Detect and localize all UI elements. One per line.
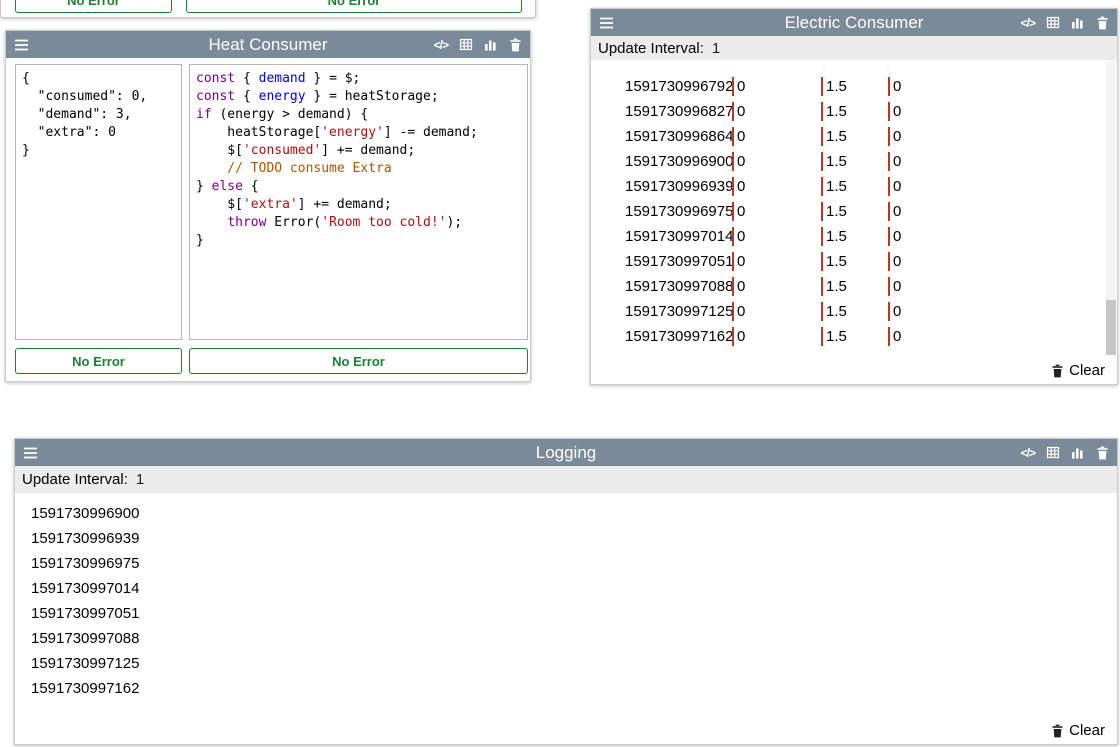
clear-button[interactable]: Clear — [1051, 722, 1105, 739]
log-row: 1591730996975 — [31, 551, 1103, 576]
logging-panel: Logging </> Update Interval: 1 159173099… — [14, 438, 1118, 745]
code-line: heatStorage['energy'] -= demand; — [196, 124, 521, 142]
update-interval-input[interactable]: 1 — [136, 471, 166, 488]
electric-consumer-panel: Electric Consumer </> Update Interval: 1… — [590, 8, 1118, 385]
workspace: No Error No Error Heat Consumer </> — [0, 0, 1120, 747]
code-line: const { demand } = $; — [196, 70, 521, 88]
update-interval-label: Update Interval: — [22, 471, 128, 488]
json-line: "consumed": 0, — [22, 88, 175, 106]
state-json-editor[interactable]: { "consumed": 0, "demand": 3, "extra": 0… — [15, 64, 182, 340]
code-icon[interactable]: </> — [1021, 446, 1035, 460]
log-row: 1591730997088 — [31, 626, 1103, 651]
log-row: 1591730997125 — [31, 651, 1103, 676]
code-line: } — [196, 232, 521, 250]
table-row: 159173099705101.50 — [625, 249, 1103, 274]
status-button[interactable]: No Error — [189, 348, 528, 374]
clear-label: Clear — [1069, 722, 1105, 739]
table-row: 159173099690001.50 — [625, 149, 1103, 174]
status-button[interactable]: No Error — [15, 348, 182, 374]
panel-header[interactable]: Logging </> — [15, 439, 1117, 466]
scrollbar-thumb[interactable] — [1106, 300, 1116, 355]
clear-button[interactable]: Clear — [1051, 362, 1105, 379]
json-line: } — [22, 142, 175, 160]
clear-label: Clear — [1069, 362, 1105, 379]
update-interval-input[interactable]: 1 — [712, 40, 742, 57]
menu-icon[interactable] — [14, 39, 29, 51]
chart-icon[interactable] — [1071, 16, 1085, 29]
scrollbar[interactable] — [1106, 61, 1116, 355]
panel-title: Logging — [15, 443, 1117, 463]
table-icon[interactable] — [459, 38, 473, 51]
code-line: } else { — [196, 178, 521, 196]
status-button[interactable]: No Error — [15, 0, 172, 13]
chart-icon[interactable] — [1071, 446, 1085, 459]
table-row: 159173099708801.50 — [625, 274, 1103, 299]
table-row: 159173099693901.50 — [625, 174, 1103, 199]
code-icon[interactable]: </> — [434, 38, 448, 52]
log-row: 1591730997014 — [31, 576, 1103, 601]
log-row: 1591730997051 — [31, 601, 1103, 626]
trash-icon[interactable] — [1096, 16, 1109, 30]
status-button[interactable]: No Error — [186, 0, 522, 13]
log-row: 1591730996900 — [31, 501, 1103, 526]
update-interval-row: Update Interval: 1 — [15, 466, 1117, 493]
code-line: if (energy > demand) { — [196, 106, 521, 124]
table-row: 159173099682701.50 — [625, 99, 1103, 124]
table-row: 159173099679201.50 — [625, 74, 1103, 99]
menu-icon[interactable] — [23, 447, 38, 459]
menu-icon[interactable] — [599, 17, 614, 29]
code-editor[interactable]: const { demand } = $;const { energy } = … — [189, 64, 528, 340]
trash-icon — [1051, 364, 1064, 378]
data-rows: 159173099679201.50159173099682701.501591… — [591, 74, 1103, 349]
trash-icon[interactable] — [1096, 446, 1109, 460]
table-icon[interactable] — [1046, 16, 1060, 29]
log-row: 1591730997162 — [31, 676, 1103, 701]
json-line: "demand": 3, — [22, 106, 175, 124]
code-line: $['extra'] += demand; — [196, 196, 521, 214]
table-row: 159173099697501.50 — [625, 199, 1103, 224]
offscreen-panel: No Error No Error — [0, 0, 536, 18]
code-icon[interactable]: </> — [1021, 16, 1035, 30]
log-row: 1591730996939 — [31, 526, 1103, 551]
trash-icon — [1051, 724, 1064, 738]
trash-icon[interactable] — [509, 38, 522, 52]
json-line: "extra": 0 — [22, 124, 175, 142]
code-line: const { energy } = heatStorage; — [196, 88, 521, 106]
code-line: // TODO consume Extra — [196, 160, 521, 178]
table-row: 159173099712501.50 — [625, 299, 1103, 324]
table-icon[interactable] — [1046, 446, 1060, 459]
log-rows: 1591730996900159173099693915917309969751… — [15, 501, 1103, 701]
code-line: $['consumed'] += demand; — [196, 142, 521, 160]
heat-consumer-panel: Heat Consumer </> { "consumed": 0, "dema… — [5, 30, 531, 382]
chart-icon[interactable] — [484, 38, 498, 51]
update-interval-label: Update Interval: — [598, 40, 704, 57]
table-row: 159173099701401.50 — [625, 224, 1103, 249]
table-row: 159173099716201.50 — [625, 324, 1103, 349]
json-line: { — [22, 70, 175, 88]
table-row: 159173099686401.50 — [625, 124, 1103, 149]
code-line: throw Error('Room too cold!'); — [196, 214, 521, 232]
panel-header[interactable]: Heat Consumer </> — [6, 31, 530, 58]
panel-header[interactable]: Electric Consumer </> — [591, 9, 1117, 36]
update-interval-row: Update Interval: 1 — [591, 36, 1117, 60]
